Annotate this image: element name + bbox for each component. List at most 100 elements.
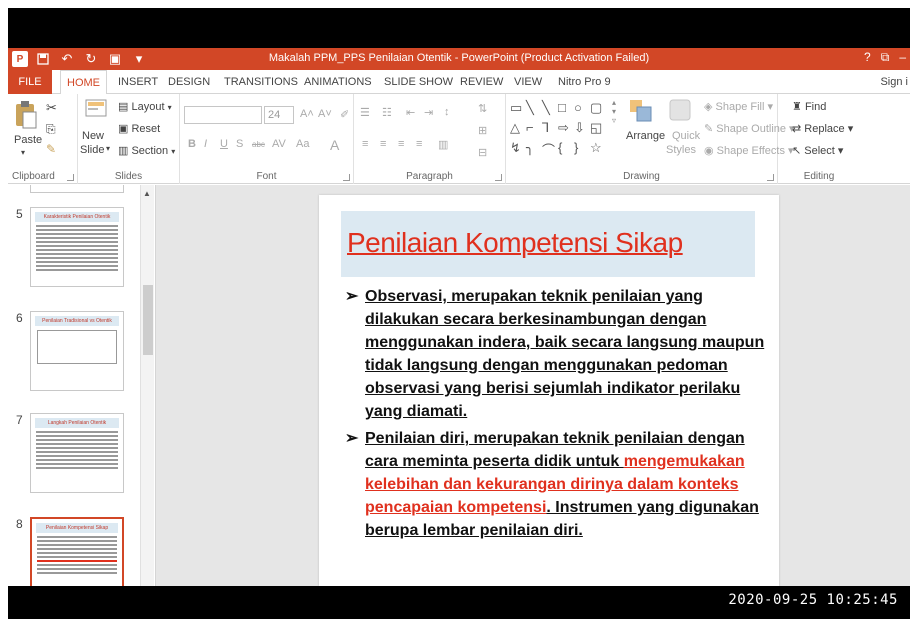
video-letterbox-bottom: 2020-09-25 10:25:45: [8, 586, 910, 619]
italic-icon[interactable]: I: [204, 138, 207, 150]
ribbon-display-button[interactable]: ⧉: [881, 50, 890, 65]
connector-shape-icon[interactable]: ⌐: [526, 120, 534, 135]
new-slide-label-2: Slide: [80, 144, 105, 156]
thumbnails-scrollbar[interactable]: ▲: [140, 185, 154, 586]
underline-icon[interactable]: U: [220, 138, 228, 150]
shrink-font-icon[interactable]: A˅: [318, 108, 332, 120]
shape-fill-label: Shape Fill: [715, 101, 765, 113]
strikethrough-icon[interactable]: abc: [252, 140, 265, 149]
tab-view[interactable]: VIEW: [508, 70, 548, 94]
quick-styles-button[interactable]: [668, 98, 692, 124]
section-button[interactable]: ▥ Section ▾: [118, 144, 175, 157]
curve-shape-icon[interactable]: ╮: [526, 140, 534, 156]
flowchart-shape-icon[interactable]: ◱: [590, 120, 602, 136]
text-direction-icon[interactable]: ⇅: [478, 102, 487, 115]
rounded-rectangle-shape-icon[interactable]: ▢: [590, 100, 602, 116]
slide-thumbnail[interactable]: Penilaian Tradisional vs Otentik: [30, 311, 124, 391]
paste-button[interactable]: [14, 100, 38, 130]
scrollbar-thumb[interactable]: [143, 285, 153, 355]
tab-transitions[interactable]: TRANSITIONS: [218, 70, 304, 94]
new-slide-dropdown-icon[interactable]: ▾: [106, 144, 110, 153]
font-name-combobox[interactable]: [184, 106, 262, 124]
tab-home[interactable]: HOME: [60, 70, 107, 95]
reset-label: Reset: [131, 123, 161, 135]
gallery-more-icon[interactable]: ▴ ▾ ▿: [612, 98, 616, 125]
shape-fill-button[interactable]: ◈ Shape Fill ▾: [704, 100, 773, 113]
grow-font-icon[interactable]: A˄: [300, 108, 314, 120]
arrange-button[interactable]: [628, 98, 654, 124]
clear-formatting-icon[interactable]: ✐: [340, 108, 349, 121]
columns-icon[interactable]: ▥: [438, 138, 448, 151]
line-shape-icon[interactable]: ╲: [526, 100, 534, 116]
numbering-icon[interactable]: ☷: [382, 106, 392, 119]
triangle-shape-icon[interactable]: △: [510, 120, 520, 136]
font-launcher-icon[interactable]: [343, 174, 350, 181]
replace-button[interactable]: ⇄ Replace ▾: [792, 122, 853, 135]
paragraph-launcher-icon[interactable]: [495, 174, 502, 181]
drawing-launcher-icon[interactable]: [767, 174, 774, 181]
textbox-shape-icon[interactable]: ▭: [510, 100, 522, 116]
align-right-icon[interactable]: ≡: [398, 138, 404, 150]
replace-label: Replace: [804, 123, 845, 135]
align-center-icon[interactable]: ≡: [380, 138, 386, 150]
slide-thumbnail[interactable]: Karakteristik Penilaian Otentik: [30, 207, 124, 287]
right-arrow-shape-icon[interactable]: ⇨: [558, 120, 569, 136]
connector-shape-icon[interactable]: ⅂: [542, 120, 549, 136]
rectangle-shape-icon[interactable]: □: [558, 100, 566, 115]
sign-in-link[interactable]: Sign i: [880, 76, 908, 88]
line-shape-icon[interactable]: ╲: [542, 100, 550, 116]
tab-review[interactable]: REVIEW: [454, 70, 509, 94]
tab-nitro-pro[interactable]: Nitro Pro 9: [552, 70, 617, 94]
font-color-icon[interactable]: A: [330, 137, 339, 153]
slide-content-placeholder[interactable]: ➢ Observasi, merupakan teknik penilaian …: [345, 285, 765, 546]
arrow-bullet-icon: ➢: [345, 288, 359, 305]
freeform-shape-icon[interactable]: ↯: [510, 140, 521, 156]
character-spacing-icon[interactable]: AV: [272, 138, 286, 150]
star-shape-icon[interactable]: ☆: [590, 140, 602, 156]
bold-icon[interactable]: B: [188, 138, 196, 150]
justify-icon[interactable]: ≡: [416, 138, 422, 150]
down-arrow-shape-icon[interactable]: ⇩: [574, 120, 585, 136]
format-painter-icon[interactable]: ✎: [46, 142, 56, 156]
arc-shape-icon[interactable]: ⌒: [542, 140, 555, 159]
line-spacing-icon[interactable]: ↕: [444, 106, 450, 118]
align-text-icon[interactable]: ⊞: [478, 124, 487, 137]
thumbnail-title: Karakteristik Penilaian Otentik: [35, 212, 119, 222]
tab-file[interactable]: FILE: [8, 70, 52, 94]
tab-design[interactable]: DESIGN: [162, 70, 216, 94]
slide-number: 5: [16, 207, 23, 221]
slide-title-placeholder[interactable]: Penilaian Kompetensi Sikap: [341, 211, 755, 277]
font-size-combobox[interactable]: 24: [264, 106, 294, 124]
paste-dropdown-icon[interactable]: ▾: [21, 148, 25, 157]
oval-shape-icon[interactable]: ○: [574, 100, 582, 115]
convert-smartart-icon[interactable]: ⊟: [478, 146, 487, 159]
reset-button[interactable]: ▣ Reset: [118, 122, 160, 135]
cut-icon[interactable]: ✂: [46, 100, 57, 116]
tab-animations[interactable]: ANIMATIONS: [298, 70, 378, 94]
slide-thumbnail-selected[interactable]: Penilaian Kompetensi Sikap: [30, 517, 124, 586]
layout-button[interactable]: ▤ Layout ▾: [118, 100, 172, 113]
find-button[interactable]: ♜ Find: [792, 100, 826, 113]
change-case-icon[interactable]: Aa: [296, 138, 309, 150]
tab-slide-show[interactable]: SLIDE SHOW: [378, 70, 459, 94]
slide-thumbnail[interactable]: Langkah Penilaian Otentik: [30, 413, 124, 493]
slide-thumbnail-partial[interactable]: [30, 185, 124, 193]
bullets-icon[interactable]: ☰: [360, 106, 370, 119]
text-shadow-icon[interactable]: S: [236, 138, 243, 150]
left-brace-shape-icon[interactable]: {: [558, 140, 562, 155]
help-button[interactable]: ?: [864, 50, 871, 65]
tab-insert[interactable]: INSERT: [112, 70, 164, 94]
scroll-up-icon[interactable]: ▲: [143, 189, 151, 198]
select-button[interactable]: ↖ Select ▾: [792, 144, 843, 157]
paragraph-group-label: Paragraph: [406, 171, 453, 182]
decrease-indent-icon[interactable]: ⇤: [406, 106, 415, 119]
replace-icon: ⇄: [792, 123, 802, 135]
clipboard-launcher-icon[interactable]: [67, 174, 74, 181]
copy-icon[interactable]: ⎘: [46, 122, 56, 137]
minimize-button[interactable]: –: [899, 50, 906, 65]
new-slide-button[interactable]: [84, 98, 108, 124]
increase-indent-icon[interactable]: ⇥: [424, 106, 433, 119]
align-left-icon[interactable]: ≡: [362, 138, 368, 150]
right-brace-shape-icon[interactable]: }: [574, 140, 578, 155]
slide-canvas[interactable]: Penilaian Kompetensi Sikap ➢ Observasi, …: [319, 195, 779, 586]
